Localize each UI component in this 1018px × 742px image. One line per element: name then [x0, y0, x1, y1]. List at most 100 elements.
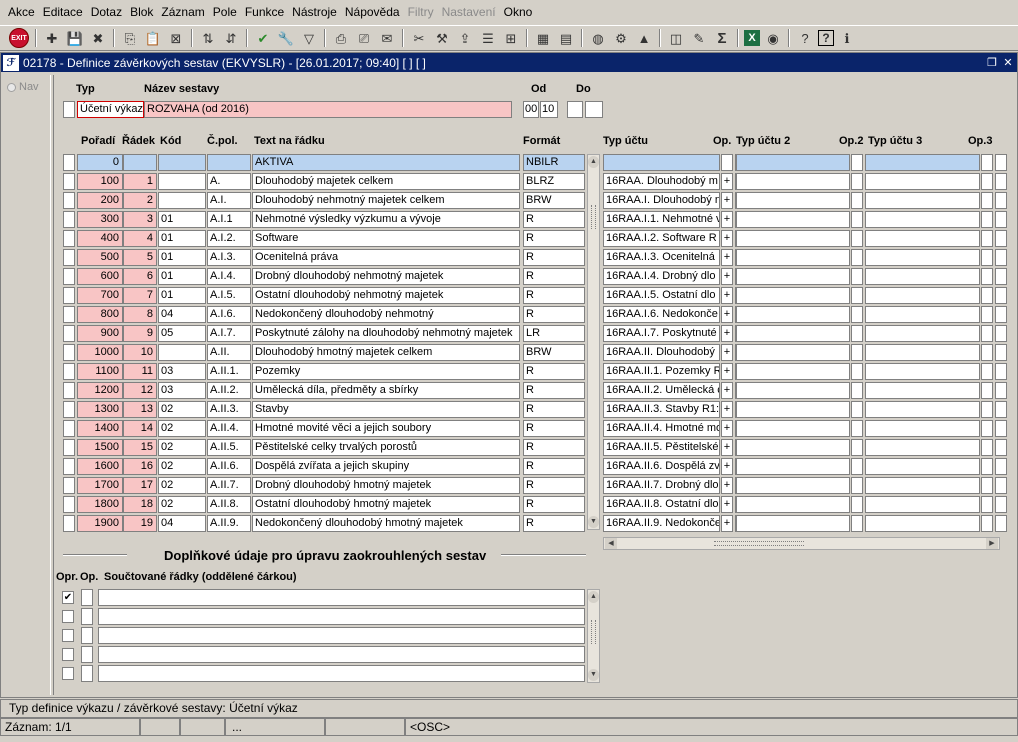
op3-cell[interactable] — [981, 382, 993, 399]
op2-cell[interactable] — [851, 515, 863, 532]
sigma-icon[interactable]: Σ — [712, 28, 732, 48]
op3-cell[interactable] — [981, 515, 993, 532]
op-cell[interactable]: + — [721, 306, 733, 323]
op3b-cell[interactable] — [995, 306, 1007, 323]
text-cell[interactable]: Drobný dlouhodobý nehmotný majetek — [252, 268, 520, 285]
gear-icon[interactable]: ⚙ — [611, 28, 631, 48]
opr-checkbox[interactable]: ✔ — [62, 591, 74, 604]
typ-uctu3-cell[interactable] — [865, 439, 980, 456]
menu-item-funkce[interactable]: Funkce — [241, 0, 288, 24]
save-record-icon[interactable]: 💾 — [65, 28, 85, 48]
op2-cell[interactable] — [851, 458, 863, 475]
text-cell[interactable]: Ostatní dlouhodobý hmotný majetek — [252, 496, 520, 513]
text-cell[interactable]: Dlouhodobý hmotný majetek celkem — [252, 344, 520, 361]
globe-icon[interactable]: ◍ — [588, 28, 608, 48]
op3b-cell[interactable] — [995, 192, 1007, 209]
copy-icon[interactable]: ⎘ — [120, 28, 140, 48]
text-cell[interactable]: AKTIVA — [252, 154, 520, 171]
document-icon[interactable]: ▤ — [556, 28, 576, 48]
radek-cell[interactable]: 12 — [123, 382, 157, 399]
cpol-cell[interactable]: A.II.8. — [207, 496, 251, 513]
scroll-left-icon[interactable]: ◀ — [605, 538, 617, 549]
kod-cell[interactable] — [158, 173, 206, 190]
op3b-cell[interactable] — [995, 496, 1007, 513]
typ-uctu3-cell[interactable] — [865, 382, 980, 399]
cpol-cell[interactable]: A.I.5. — [207, 287, 251, 304]
menu-item-nastaveni[interactable]: Nastavení — [438, 0, 500, 24]
cpol-cell[interactable]: A.II. — [207, 344, 251, 361]
kod-cell[interactable]: 03 — [158, 382, 206, 399]
typ-uctu-cell[interactable]: 16RAA.I.2. Software R — [603, 230, 720, 247]
typ-field[interactable]: Účetní výkaz — [77, 101, 144, 118]
radek-cell[interactable]: 7 — [123, 287, 157, 304]
typ-uctu2-cell[interactable] — [736, 420, 850, 437]
op-cell[interactable]: + — [721, 439, 733, 456]
radek-cell[interactable]: 14 — [123, 420, 157, 437]
typ-uctu-cell[interactable]: 16RAA.I. Dlouhodobý n — [603, 192, 720, 209]
cpol-cell[interactable]: A.II.2. — [207, 382, 251, 399]
row-select-checkbox[interactable] — [63, 420, 75, 437]
cpol-cell[interactable]: A.II.5. — [207, 439, 251, 456]
op3-cell[interactable] — [981, 325, 993, 342]
scroll-up-icon[interactable]: ▲ — [588, 591, 599, 603]
op3b-cell[interactable] — [995, 249, 1007, 266]
poradi-cell[interactable]: 0 — [77, 154, 123, 171]
op3b-cell[interactable] — [995, 439, 1007, 456]
op-cell[interactable]: + — [721, 173, 733, 190]
supplement-vscroll[interactable]: ▲ ▼ — [587, 589, 600, 683]
op2-cell[interactable] — [851, 439, 863, 456]
op-cell[interactable]: + — [721, 515, 733, 532]
menu-item-napoveda[interactable]: Nápověda — [341, 0, 404, 24]
typ-uctu-cell[interactable]: 16RAA.I.7. Poskytnuté — [603, 325, 720, 342]
radek-cell[interactable]: 10 — [123, 344, 157, 361]
row-select-checkbox[interactable] — [63, 477, 75, 494]
table-vscroll[interactable]: ▲ ▼ — [587, 154, 600, 530]
typ-uctu3-cell[interactable] — [865, 515, 980, 532]
export-icon[interactable]: ⇪ — [455, 28, 475, 48]
op-cell[interactable]: + — [721, 230, 733, 247]
text-cell[interactable]: Nedokončený dlouhodobý hmotný majetek — [252, 515, 520, 532]
format-cell[interactable]: LR — [523, 325, 585, 342]
paste-icon[interactable]: 📋 — [143, 28, 163, 48]
nazev-field[interactable]: ROZVAHA (od 2016) — [144, 101, 512, 118]
typ-uctu3-cell[interactable] — [865, 268, 980, 285]
text-cell[interactable]: Drobný dlouhodobý hmotný majetek — [252, 477, 520, 494]
typ-uctu3-cell[interactable] — [865, 401, 980, 418]
typ-uctu3-cell[interactable] — [865, 249, 980, 266]
cpol-cell[interactable]: A.II.9. — [207, 515, 251, 532]
text-cell[interactable]: Poskytnuté zálohy na dlouhodobý nehmotný… — [252, 325, 520, 342]
typ-uctu-cell[interactable]: 16RAA.I.1. Nehmotné v — [603, 211, 720, 228]
soucet-rows-field[interactable] — [98, 627, 585, 644]
header-select-checkbox[interactable] — [63, 101, 75, 118]
row-select-checkbox[interactable] — [63, 230, 75, 247]
radek-cell[interactable]: 15 — [123, 439, 157, 456]
format-cell[interactable]: R — [523, 249, 585, 266]
radek-cell[interactable] — [123, 154, 157, 171]
op3b-cell[interactable] — [995, 382, 1007, 399]
row-select-checkbox[interactable] — [63, 306, 75, 323]
radek-cell[interactable]: 18 — [123, 496, 157, 513]
exit-button[interactable]: EXIT — [8, 28, 30, 48]
op3-cell[interactable] — [981, 192, 993, 209]
printer-icon[interactable]: ⎙ — [331, 28, 351, 48]
kod-cell[interactable]: 01 — [158, 287, 206, 304]
poradi-cell[interactable]: 300 — [77, 211, 123, 228]
menu-item-pole[interactable]: Pole — [209, 0, 241, 24]
kod-cell[interactable]: 02 — [158, 420, 206, 437]
format-cell[interactable]: BLRZ — [523, 173, 585, 190]
typ-uctu3-cell[interactable] — [865, 230, 980, 247]
typ-uctu2-cell[interactable] — [736, 306, 850, 323]
typ-uctu3-cell[interactable] — [865, 154, 980, 171]
text-cell[interactable]: Hmotné movité věci a jejich soubory — [252, 420, 520, 437]
add-record-icon[interactable]: ✚ — [42, 28, 62, 48]
kod-cell[interactable] — [158, 192, 206, 209]
cpol-cell[interactable]: A.I.1 — [207, 211, 251, 228]
typ-uctu2-cell[interactable] — [736, 439, 850, 456]
format-cell[interactable]: BRW — [523, 344, 585, 361]
op2-cell[interactable] — [851, 287, 863, 304]
tools-icon[interactable]: ⚒ — [432, 28, 452, 48]
op2-cell[interactable] — [851, 477, 863, 494]
mountain-icon[interactable]: ▲ — [634, 28, 654, 48]
op3-cell[interactable] — [981, 477, 993, 494]
op3-cell[interactable] — [981, 230, 993, 247]
